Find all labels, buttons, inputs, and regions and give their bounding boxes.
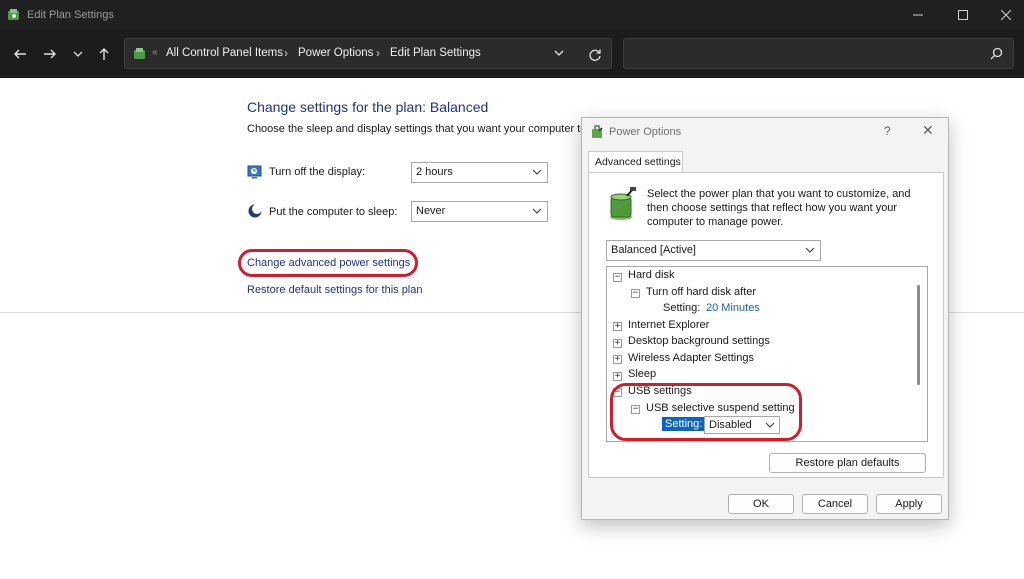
chevron-down-icon [532,169,542,175]
close-icon[interactable] [983,0,1024,30]
expand-icon[interactable]: + [613,322,622,331]
breadcrumb-control-panel[interactable]: All Control Panel Items [166,47,283,59]
annotation-highlight [610,383,802,441]
tree-item-wireless-adapter[interactable]: Wireless Adapter Settings [628,352,754,364]
expand-icon[interactable]: + [613,355,622,364]
chevron-down-icon [805,247,815,253]
dialog-title: Power Options [609,126,682,138]
display-label: Turn off the display: [269,166,365,178]
minimize-icon[interactable] [895,0,941,30]
search-icon[interactable] [990,47,1003,60]
page-title: Change settings for the plan: Balanced [247,99,489,115]
moon-sleep-icon [248,204,262,218]
help-icon[interactable]: ? [884,124,891,138]
overflow-chevron-icon[interactable]: « [152,47,158,58]
power-options-icon [592,125,603,138]
tab-advanced-settings[interactable]: Advanced settings [588,151,683,173]
chevron-down-icon [532,208,542,214]
tree-item-desktop-background[interactable]: Desktop background settings [628,335,770,347]
window-title: Edit Plan Settings [27,9,114,21]
title-bar: Edit Plan Settings [0,0,1024,30]
sleep-label: Put the computer to sleep: [269,206,398,218]
annotation-highlight [238,249,418,277]
breadcrumb-separator[interactable]: › [284,46,288,60]
sleep-timeout-value: Never [416,205,446,217]
chevron-down-icon[interactable] [553,47,565,59]
refresh-icon[interactable] [585,45,605,65]
breadcrumb-power-options[interactable]: Power Options [298,47,373,59]
control-panel-icon [8,9,19,20]
power-plan-select[interactable]: Balanced [Active] [606,240,821,261]
control-panel-icon [134,48,145,59]
breadcrumb-separator[interactable]: › [376,46,380,60]
collapse-icon[interactable]: − [631,289,640,298]
battery-plug-icon [610,187,636,220]
hdd-setting-value[interactable]: 20 Minutes [706,302,760,314]
tree-item-hard-disk[interactable]: Hard disk [628,269,674,281]
search-input[interactable] [623,38,1014,69]
expand-icon[interactable]: + [613,339,622,348]
display-timeout-select[interactable]: 2 hours [411,162,548,183]
scrollbar[interactable] [917,285,920,385]
cancel-button[interactable]: Cancel [802,494,868,514]
tree-item-sleep[interactable]: Sleep [628,368,656,380]
sleep-timeout-select[interactable]: Never [411,201,548,222]
restore-plan-defaults-button[interactable]: Restore plan defaults [769,453,926,473]
collapse-icon[interactable]: − [613,273,622,282]
restore-default-settings-link[interactable]: Restore default settings for this plan [247,284,422,296]
tree-item-turn-off-hdd[interactable]: Turn off hard disk after [646,286,756,298]
arrow-up-icon[interactable] [92,42,116,66]
breadcrumb-edit-plan-settings[interactable]: Edit Plan Settings [390,47,481,59]
maximize-icon[interactable] [940,0,986,30]
apply-button[interactable]: Apply [876,494,942,514]
display-timeout-value: 2 hours [416,166,453,178]
advanced-settings-panel: Select the power plan that you want to c… [588,172,944,478]
hdd-setting-label: Setting: [663,302,701,314]
page-description: Choose the sleep and display settings th… [247,123,587,135]
expand-icon[interactable]: + [613,372,622,381]
navigation-bar: « All Control Panel Items › Power Option… [0,30,1024,78]
power-options-dialog: Power Options ? ✕ Advanced settings Sele… [581,117,949,520]
address-bar[interactable]: « All Control Panel Items › Power Option… [124,38,612,69]
monitor-clock-icon [247,165,262,179]
dialog-description: Select the power plan that you want to c… [647,188,911,228]
tree-item-internet-explorer[interactable]: Internet Explorer [628,319,709,331]
close-icon[interactable]: ✕ [922,122,934,139]
arrow-right-icon[interactable] [38,42,62,66]
power-plan-value: Balanced [Active] [611,244,696,256]
ok-button[interactable]: OK [728,494,794,514]
chevron-down-icon[interactable] [66,42,90,66]
arrow-left-icon[interactable] [8,42,32,66]
